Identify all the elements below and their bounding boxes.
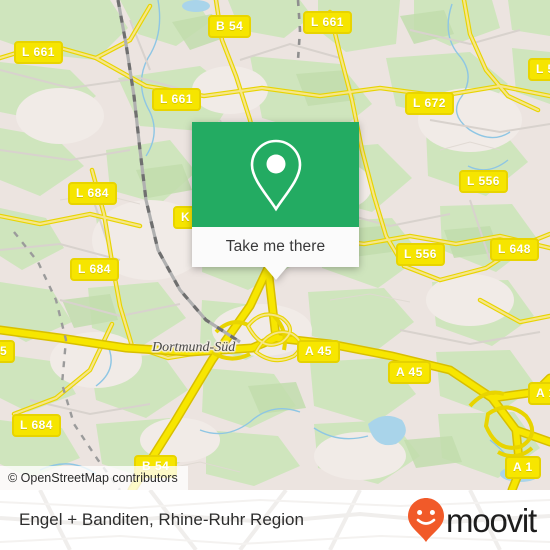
map-pin-icon: [250, 139, 301, 211]
road-shield: A 1: [528, 382, 550, 405]
screenshot-root: L 661B 54L 661L 661L 672L 55L 556L 684KL…: [0, 0, 550, 550]
attribution-text: © OpenStreetMap contributors: [8, 471, 178, 485]
moovit-wordmark: moovit: [446, 501, 537, 539]
popup-tail-pointer: [264, 267, 287, 280]
destination-popup[interactable]: Take me there: [192, 122, 359, 280]
moovit-smiley-pin-icon: [408, 498, 444, 542]
road-shield: L 661: [303, 11, 352, 34]
page-title: Engel + Banditen, Rhine-Ruhr Region: [19, 510, 304, 529]
popup-action-area[interactable]: Take me there: [192, 227, 359, 280]
place-label: Dortmund-Süd: [152, 340, 236, 355]
road-shield: L 661: [14, 41, 63, 64]
footer-bar: Engel + Banditen, Rhine-Ruhr Region moov…: [0, 490, 550, 550]
road-shield: B 54: [208, 15, 252, 38]
map-attribution[interactable]: © OpenStreetMap contributors: [0, 466, 188, 490]
road-shield: 5: [0, 340, 16, 363]
road-shield: L 684: [12, 414, 61, 437]
road-shield: L 684: [70, 258, 119, 281]
road-shield: L 648: [490, 238, 539, 261]
popup-header: [192, 122, 359, 227]
road-shield: A 45: [297, 340, 340, 363]
road-shield: A 1: [505, 456, 541, 479]
road-shield: L 556: [396, 243, 445, 266]
road-shield: L 556: [459, 170, 508, 193]
take-me-there-label: Take me there: [225, 238, 326, 255]
road-shield: L 672: [405, 92, 454, 115]
road-shield: L 55: [528, 58, 550, 81]
road-shield: L 661: [152, 88, 201, 111]
moovit-logo[interactable]: moovit: [407, 497, 537, 543]
road-shield: A 45: [388, 361, 431, 384]
road-shield: L 684: [68, 182, 117, 205]
